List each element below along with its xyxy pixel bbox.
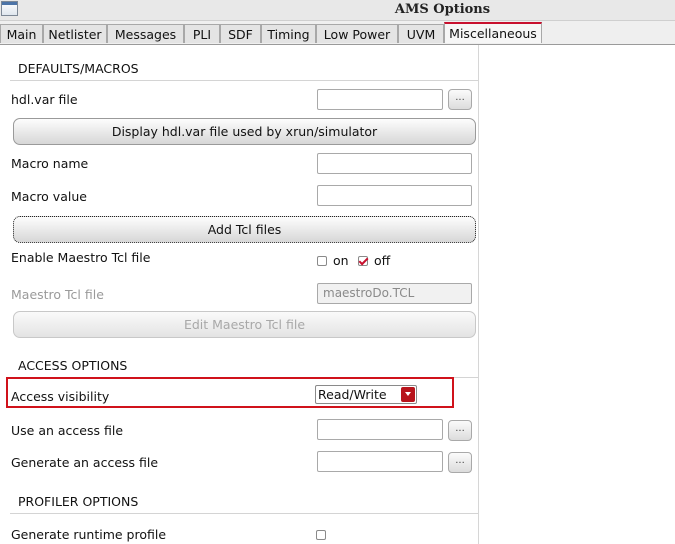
- access-heading: ACCESS OPTIONS: [18, 358, 128, 373]
- divider: [10, 513, 478, 514]
- use-access-file-input[interactable]: [317, 419, 443, 440]
- hdl-var-browse-button[interactable]: ...: [448, 89, 472, 110]
- macro-value-label: Macro value: [11, 189, 87, 204]
- enable-maestro-label: Enable Maestro Tcl file: [11, 250, 151, 265]
- generate-access-file-input[interactable]: [317, 451, 443, 472]
- runtime-profile-label: Generate runtime profile: [11, 527, 167, 542]
- miscellaneous-panel: DEFAULTS/MACROS hdl.var file ... Display…: [0, 45, 675, 544]
- hdl-var-input[interactable]: [317, 89, 443, 110]
- access-visibility-value: Read/Write: [318, 387, 387, 402]
- access-visibility-label: Access visibility: [11, 389, 110, 404]
- macro-name-label: Macro name: [11, 156, 89, 171]
- title-bar: AMS Options: [0, 0, 675, 21]
- maestro-off-checkbox[interactable]: [358, 256, 368, 266]
- tab-messages[interactable]: Messages: [107, 24, 184, 43]
- tab-bar: Main Netlister Messages PLI SDF Timing L…: [0, 22, 675, 45]
- profiler-heading: PROFILER OPTIONS: [18, 494, 139, 509]
- use-access-file-browse-button[interactable]: ...: [448, 420, 472, 441]
- display-hdl-var-button[interactable]: Display hdl.var file used by xrun/simula…: [13, 118, 476, 145]
- edit-maestro-tcl-button: Edit Maestro Tcl file: [13, 311, 476, 338]
- tab-main[interactable]: Main: [0, 24, 43, 43]
- maestro-off-label: off: [374, 253, 391, 268]
- access-visibility-select[interactable]: Read/Write: [315, 385, 417, 404]
- runtime-profile-checkbox[interactable]: [316, 530, 326, 540]
- divider: [10, 80, 478, 81]
- tab-low-power[interactable]: Low Power: [316, 24, 398, 43]
- generate-access-file-browse-button[interactable]: ...: [448, 452, 472, 473]
- use-access-file-label: Use an access file: [11, 423, 124, 438]
- macro-name-input[interactable]: [317, 153, 472, 174]
- tab-uvm[interactable]: UVM: [398, 24, 444, 43]
- generate-access-file-label: Generate an access file: [11, 455, 159, 470]
- tab-pli[interactable]: PLI: [184, 24, 220, 43]
- tab-miscellaneous[interactable]: Miscellaneous: [444, 22, 542, 43]
- tab-netlister[interactable]: Netlister: [43, 24, 107, 43]
- panel-divider: [478, 45, 479, 544]
- defaults-heading: DEFAULTS/MACROS: [18, 61, 139, 76]
- maestro-tcl-label: Maestro Tcl file: [11, 287, 104, 302]
- window-title: AMS Options: [394, 2, 491, 17]
- chevron-down-icon[interactable]: [401, 387, 415, 402]
- maestro-on-checkbox[interactable]: [317, 256, 327, 266]
- maestro-tcl-input: maestroDo.TCL: [317, 283, 472, 304]
- macro-value-input[interactable]: [317, 185, 472, 206]
- tab-timing[interactable]: Timing: [261, 24, 316, 43]
- add-tcl-files-button[interactable]: Add Tcl files: [13, 216, 476, 243]
- hdl-var-label: hdl.var file: [11, 92, 78, 107]
- tab-sdf[interactable]: SDF: [220, 24, 261, 43]
- maestro-on-label: on: [333, 253, 349, 268]
